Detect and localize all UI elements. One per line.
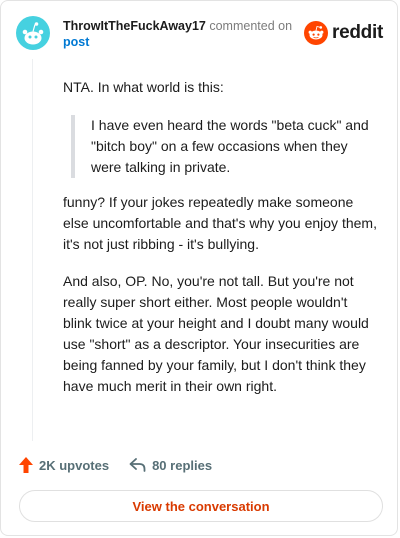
comment-blockquote: I have even heard the words "beta cuck" … [71,115,379,178]
view-conversation-button[interactable]: View the conversation [19,490,383,522]
reddit-logo-icon [304,21,329,45]
comment-body: NTA. In what world is this: I have even … [63,77,379,413]
reddit-wordmark: reddit [332,22,383,43]
comment-paragraph: And also, OP. No, you're not tall. But y… [63,273,369,394]
upvote-count: 2K upvotes [39,457,110,473]
reply-count: 80 replies [152,457,213,473]
author-line: ThrowItTheFuckAway17 commented on [63,18,292,35]
commented-on-text: commented on [209,19,293,33]
upvote-button[interactable]: 2K upvotes [19,457,109,473]
comment-embed-card: ThrowItTheFuckAway17 commented on post r… [0,0,398,536]
comment-intro: NTA. In what world is this: [63,79,224,95]
user-avatar[interactable] [16,16,50,50]
snoo-avatar-icon [16,16,50,50]
thread-line [32,59,33,441]
reply-arrow-icon [129,458,146,472]
upvote-arrow-icon [19,457,33,473]
reddit-brand[interactable]: reddit [304,21,383,45]
comment-actions: 2K upvotes 80 replies [19,457,232,473]
post-link[interactable]: post [63,35,89,49]
comment-paragraph: funny? If your jokes repeatedly make som… [63,194,377,252]
author-username[interactable]: ThrowItTheFuckAway17 [63,19,206,33]
replies-button[interactable]: 80 replies [129,458,212,473]
